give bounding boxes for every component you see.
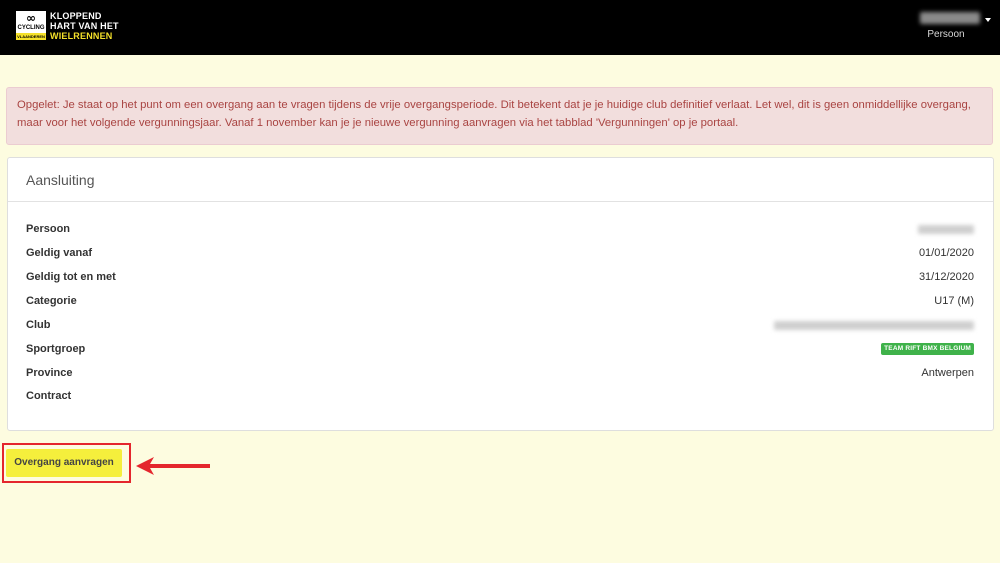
arrow-left-icon	[136, 457, 210, 475]
panel-header: Aansluiting	[8, 158, 993, 202]
panel-title: Aansluiting	[26, 172, 95, 188]
detail-row-persoon: Persoon	[26, 220, 974, 238]
alert-text: Opgelet: Je staat op het punt om een ove…	[17, 99, 971, 129]
logo-tagline: KLOPPEND HART VAN HET WIELRENNEN	[50, 11, 119, 41]
user-name-blurred[interactable]	[920, 12, 980, 24]
detail-row-sportgroep: Sportgroep TEAM RIFT BMX BELGIUM	[26, 340, 974, 358]
logo-tagline-line-1: KLOPPEND	[50, 11, 102, 21]
detail-row-contract: Contract	[26, 387, 974, 405]
detail-row-province: Province Antwerpen	[26, 364, 974, 382]
affiliation-panel: Aansluiting Persoon Geldig vanaf 01/01/2…	[7, 157, 994, 431]
detail-label: Categorie	[26, 295, 77, 307]
detail-label: Persoon	[26, 223, 71, 235]
infinity-icon: ∞	[26, 11, 36, 25]
logo-vlaanderen-text: VLAANDEREN	[16, 33, 46, 40]
detail-row-categorie: Categorie U17 (M)	[26, 292, 974, 310]
detail-value: 01/01/2020	[918, 247, 974, 259]
detail-row-geldig-tot-en-met: Geldig tot en met 31/12/2020	[26, 268, 974, 286]
persoon-value-blurred	[918, 225, 974, 234]
detail-value: 31/12/2020	[918, 271, 974, 283]
logo-tagline-line-2: HART VAN HET	[50, 21, 119, 31]
logo-cycling-text: CYCLING	[17, 25, 45, 31]
caret-down-icon[interactable]	[985, 18, 991, 22]
club-value-blurred	[774, 321, 974, 330]
detail-label: Contract	[26, 390, 72, 402]
detail-row-club: Club	[26, 316, 974, 334]
detail-value: Antwerpen	[921, 367, 974, 379]
top-navigation-bar: ∞ CYCLING VLAANDEREN KLOPPEND HART VAN H…	[0, 0, 1000, 55]
detail-value: U17 (M)	[934, 295, 974, 307]
logo-tagline-line-3: WIELRENNEN	[50, 31, 113, 41]
detail-label: Geldig vanaf	[26, 247, 93, 259]
sportgroep-badge: TEAM RIFT BMX BELGIUM	[881, 343, 974, 355]
detail-label: Geldig tot en met	[26, 271, 116, 283]
request-transfer-button[interactable]: Overgang aanvragen	[6, 449, 122, 477]
transfer-warning-alert: Opgelet: Je staat op het punt om een ove…	[6, 87, 993, 145]
user-role-label[interactable]: Persoon	[920, 29, 972, 40]
detail-row-geldig-vanaf: Geldig vanaf 01/01/2020	[26, 244, 974, 262]
detail-label: Sportgroep	[26, 343, 86, 355]
cycling-vlaanderen-logo[interactable]: ∞ CYCLING VLAANDEREN	[16, 11, 46, 40]
detail-label: Club	[26, 319, 51, 331]
detail-label: Province	[26, 367, 73, 379]
